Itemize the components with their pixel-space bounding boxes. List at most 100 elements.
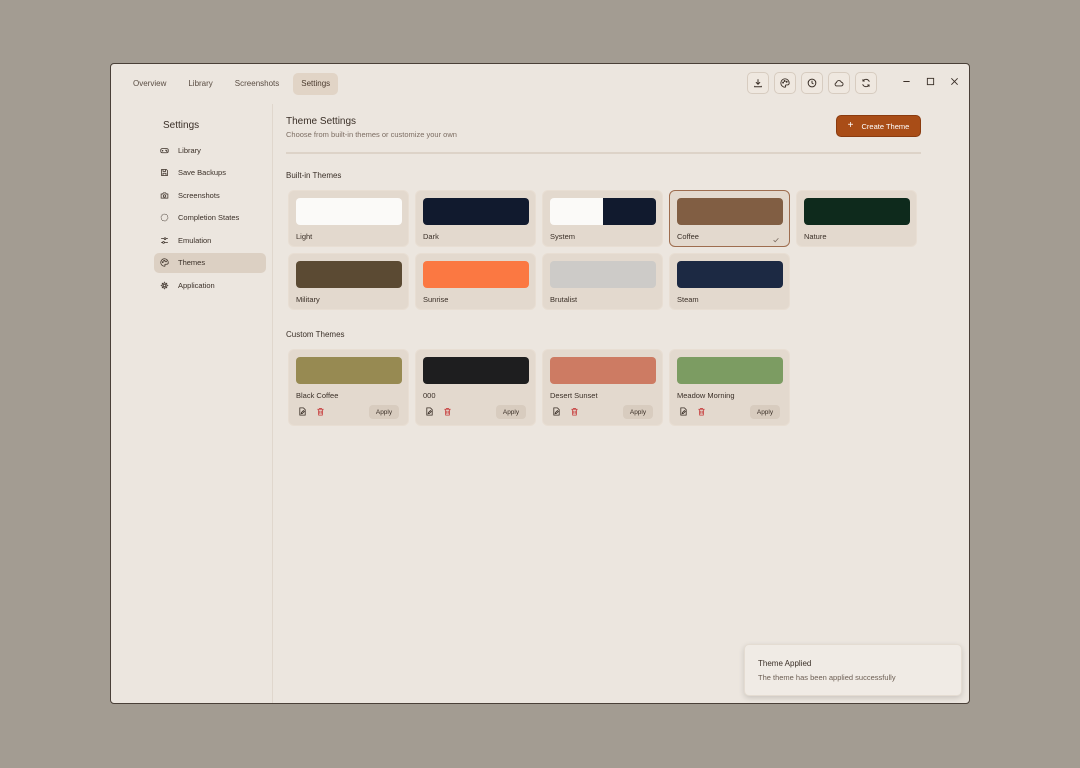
apply-theme-button[interactable]: Apply (369, 405, 399, 419)
delete-theme-icon[interactable] (316, 407, 325, 416)
theme-name: Steam (677, 295, 699, 304)
swatch-segment (550, 261, 656, 288)
sidebar-item-save-backups[interactable]: Save Backups (154, 163, 266, 183)
theme-card-steam[interactable]: Steam (669, 253, 790, 310)
theme-card-coffee[interactable]: Coffee (669, 190, 790, 247)
apply-theme-button[interactable]: Apply (496, 405, 526, 419)
delete-theme-icon[interactable] (570, 407, 579, 416)
sidebar-item-application[interactable]: Application (154, 275, 266, 295)
sidebar-item-emulation[interactable]: Emulation (154, 230, 266, 250)
swatch-segment (677, 261, 783, 288)
custom-theme-card-000: 000 Apply (415, 349, 536, 426)
settings-sidebar: Settings Library Save Backups Screenshots C… (111, 104, 273, 703)
history-button[interactable] (801, 72, 823, 94)
sidebar-item-screenshots[interactable]: Screenshots (154, 185, 266, 205)
swatch-segment (423, 261, 529, 288)
theme-name: Military (296, 295, 320, 304)
theme-card-nature[interactable]: Nature (796, 190, 917, 247)
create-theme-button[interactable]: + Create Theme (836, 115, 921, 137)
minimize-button[interactable] (901, 76, 911, 86)
sidebar-item-label: Completion States (178, 213, 240, 222)
sidebar-item-completion-states[interactable]: Completion States (154, 208, 266, 228)
sync-button[interactable] (855, 72, 877, 94)
theme-card-actions (298, 407, 325, 416)
sidebar-item-label: Save Backups (178, 168, 226, 177)
tab-settings[interactable]: Settings (293, 73, 339, 95)
theme-card-actions (679, 407, 706, 416)
maximize-button[interactable] (925, 76, 935, 86)
custom-theme-card-meadow-morning: Meadow Morning Apply (669, 349, 790, 426)
swatch-segment (423, 198, 529, 225)
theme-card-dark[interactable]: Dark (415, 190, 536, 247)
palette-icon (160, 258, 169, 267)
delete-theme-icon[interactable] (443, 407, 452, 416)
toolbar (747, 72, 877, 94)
theme-name: Brutalist (550, 295, 578, 304)
swatch-segment (296, 261, 402, 288)
download-button[interactable] (747, 72, 769, 94)
apply-theme-button[interactable]: Apply (750, 405, 780, 419)
theme-name: Black Coffee (296, 391, 339, 400)
apply-theme-button[interactable]: Apply (623, 405, 653, 419)
theme-button[interactable] (774, 72, 796, 94)
tab-library[interactable]: Library (180, 73, 220, 95)
theme-card-brutalist[interactable]: Brutalist (542, 253, 663, 310)
delete-theme-icon[interactable] (697, 407, 706, 416)
maximize-icon (926, 77, 934, 85)
tab-screenshots[interactable]: Screenshots (227, 73, 287, 95)
swatch-segment (677, 198, 783, 225)
builtin-themes-grid: Light Dark System Coffee Nature Military Sunri… (288, 190, 917, 310)
theme-name: Light (296, 232, 313, 241)
builtin-themes-title: Built-in Themes (286, 171, 342, 180)
swatch-segment (296, 357, 402, 384)
theme-color-swatch (677, 198, 783, 225)
edit-theme-icon[interactable] (425, 407, 434, 416)
camera-icon (160, 191, 169, 200)
swatch-segment (550, 357, 656, 384)
sliders-icon (160, 236, 169, 245)
toast-notification: Theme Applied The theme has been applied… (744, 644, 962, 696)
sidebar-item-label: Emulation (178, 235, 212, 245)
clock-icon (807, 78, 817, 88)
refresh-icon (862, 78, 870, 88)
save-icon (160, 168, 169, 177)
toast-message: The theme has been applied successfully (758, 673, 896, 682)
theme-color-swatch (423, 261, 529, 288)
gear-icon (160, 281, 169, 290)
edit-theme-icon[interactable] (552, 407, 561, 416)
theme-card-actions (552, 407, 579, 416)
theme-color-swatch (550, 198, 656, 225)
nav-tabs: Overview Library Screenshots Settings (125, 73, 339, 95)
sidebar-item-label: Application (178, 280, 215, 290)
sidebar-item-label: Library (178, 145, 201, 155)
theme-color-swatch (677, 357, 783, 384)
sidebar-item-themes[interactable]: Themes (154, 252, 266, 273)
swatch-segment (804, 198, 910, 225)
theme-settings-panel: Theme Settings Choose from built-in them… (286, 104, 926, 703)
swatch-segment (603, 198, 656, 225)
divider (286, 152, 921, 154)
close-icon (950, 77, 958, 85)
theme-card-system[interactable]: System (542, 190, 663, 247)
theme-color-swatch (804, 198, 910, 225)
close-button[interactable] (949, 76, 959, 86)
cloud-button[interactable] (828, 72, 850, 94)
theme-color-swatch (423, 198, 529, 225)
check-icon (772, 231, 780, 243)
sidebar-item-label: Themes (178, 258, 206, 267)
theme-card-military[interactable]: Military (288, 253, 409, 310)
edit-theme-icon[interactable] (298, 407, 307, 416)
theme-name: Sunrise (423, 295, 449, 304)
theme-color-swatch (296, 261, 402, 288)
sidebar-item-library[interactable]: Library (154, 140, 266, 160)
tab-overview[interactable]: Overview (125, 73, 174, 95)
custom-theme-card-black-coffee: Black Coffee Apply (288, 349, 409, 426)
theme-name: Dark (423, 232, 439, 241)
theme-color-swatch (550, 357, 656, 384)
theme-color-swatch (296, 198, 402, 225)
custom-themes-title: Custom Themes (286, 330, 345, 339)
theme-card-sunrise[interactable]: Sunrise (415, 253, 536, 310)
edit-theme-icon[interactable] (679, 407, 688, 416)
custom-theme-card-desert-sunset: Desert Sunset Apply (542, 349, 663, 426)
theme-card-light[interactable]: Light (288, 190, 409, 247)
